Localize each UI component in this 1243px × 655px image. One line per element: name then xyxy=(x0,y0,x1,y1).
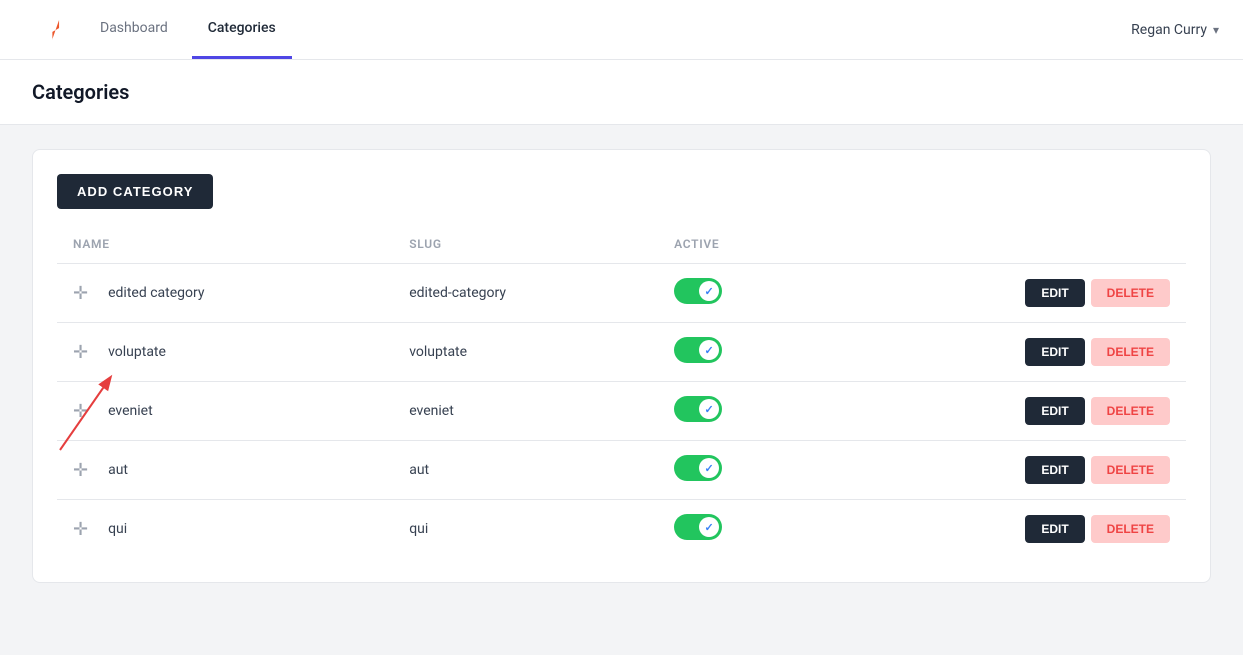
edit-button[interactable]: EDIT xyxy=(1025,279,1084,307)
active-toggle[interactable]: ✓ xyxy=(674,396,722,422)
name-cell: ✛ qui xyxy=(57,500,393,559)
toggle-knob: ✓ xyxy=(699,340,719,360)
edit-button[interactable]: EDIT xyxy=(1025,338,1084,366)
active-cell: ✓ xyxy=(658,441,823,500)
actions-cell: EDIT DELETE xyxy=(823,441,1186,500)
active-toggle[interactable]: ✓ xyxy=(674,514,722,540)
table-row: ✛ voluptate voluptate ✓ EDIT DELETE xyxy=(57,323,1186,382)
table-row: ✛ aut aut ✓ EDIT DELETE xyxy=(57,441,1186,500)
active-toggle[interactable]: ✓ xyxy=(674,278,722,304)
row-name: eveniet xyxy=(108,403,153,419)
toggle-knob: ✓ xyxy=(699,458,719,478)
name-cell: ✛ aut xyxy=(57,441,393,500)
edit-button[interactable]: EDIT xyxy=(1025,515,1084,543)
navbar: Dashboard Categories Regan Curry ▾ xyxy=(0,0,1243,60)
delete-button[interactable]: DELETE xyxy=(1091,456,1170,484)
col-active: ACTIVE xyxy=(658,225,823,264)
table-header-row: NAME SLUG ACTIVE xyxy=(57,225,1186,264)
card-body: ADD CATEGORY NAME SLUG ACTIVE ✛ edited c… xyxy=(33,150,1210,582)
delete-button[interactable]: DELETE xyxy=(1091,397,1170,425)
check-icon: ✓ xyxy=(704,403,713,416)
active-cell: ✓ xyxy=(658,382,823,441)
active-cell: ✓ xyxy=(658,264,823,323)
table-row: ✛ eveniet eveniet ✓ EDIT DELETE xyxy=(57,382,1186,441)
nav-categories[interactable]: Categories xyxy=(192,0,292,59)
delete-button[interactable]: DELETE xyxy=(1091,515,1170,543)
toggle-knob: ✓ xyxy=(699,399,719,419)
name-cell: ✛ voluptate xyxy=(57,323,393,382)
check-icon: ✓ xyxy=(704,521,713,534)
edit-button[interactable]: EDIT xyxy=(1025,456,1084,484)
chevron-down-icon: ▾ xyxy=(1213,23,1219,37)
name-cell: ✛ edited category xyxy=(57,264,393,323)
row-slug: edited-category xyxy=(409,285,506,301)
row-slug: qui xyxy=(409,521,428,537)
check-icon: ✓ xyxy=(704,462,713,475)
check-icon: ✓ xyxy=(704,285,713,298)
table-row: ✛ edited category edited-category ✓ EDIT… xyxy=(57,264,1186,323)
col-actions xyxy=(823,225,1186,264)
table-row: ✛ qui qui ✓ EDIT DELETE xyxy=(57,500,1186,559)
slug-cell: voluptate xyxy=(393,323,658,382)
row-name: qui xyxy=(108,521,127,537)
slug-cell: eveniet xyxy=(393,382,658,441)
categories-table: NAME SLUG ACTIVE ✛ edited category edite… xyxy=(57,225,1186,558)
table-header: NAME SLUG ACTIVE xyxy=(57,225,1186,264)
name-cell: ✛ eveniet xyxy=(57,382,393,441)
actions-cell: EDIT DELETE xyxy=(823,264,1186,323)
row-slug: voluptate xyxy=(409,344,467,360)
drag-handle-icon[interactable]: ✛ xyxy=(73,401,88,422)
delete-button[interactable]: DELETE xyxy=(1091,338,1170,366)
nav-dashboard[interactable]: Dashboard xyxy=(84,0,184,59)
categories-card: ADD CATEGORY NAME SLUG ACTIVE ✛ edited c… xyxy=(32,149,1211,583)
drag-handle-icon[interactable]: ✛ xyxy=(73,342,88,363)
active-cell: ✓ xyxy=(658,500,823,559)
toggle-knob: ✓ xyxy=(699,517,719,537)
page-header: Categories xyxy=(0,60,1243,125)
actions-cell: EDIT DELETE xyxy=(823,323,1186,382)
drag-handle-icon[interactable]: ✛ xyxy=(73,460,88,481)
table-body: ✛ edited category edited-category ✓ EDIT… xyxy=(57,264,1186,559)
drag-handle-icon[interactable]: ✛ xyxy=(73,283,88,304)
row-name: edited category xyxy=(108,285,204,301)
user-menu[interactable]: Regan Curry ▾ xyxy=(1131,22,1219,38)
col-slug: SLUG xyxy=(393,225,658,264)
page-title: Categories xyxy=(32,80,1211,104)
delete-button[interactable]: DELETE xyxy=(1091,279,1170,307)
add-category-button[interactable]: ADD CATEGORY xyxy=(57,174,213,209)
actions-cell: EDIT DELETE xyxy=(823,382,1186,441)
main-content: ADD CATEGORY NAME SLUG ACTIVE ✛ edited c… xyxy=(0,125,1243,607)
row-slug: aut xyxy=(409,462,429,478)
main-nav: Dashboard Categories xyxy=(84,0,292,59)
row-name: voluptate xyxy=(108,344,166,360)
active-cell: ✓ xyxy=(658,323,823,382)
slug-cell: qui xyxy=(393,500,658,559)
active-toggle[interactable]: ✓ xyxy=(674,337,722,363)
slug-cell: aut xyxy=(393,441,658,500)
edit-button[interactable]: EDIT xyxy=(1025,397,1084,425)
app-logo[interactable] xyxy=(24,12,84,48)
row-slug: eveniet xyxy=(409,403,454,419)
check-icon: ✓ xyxy=(704,344,713,357)
row-name: aut xyxy=(108,462,128,478)
user-name: Regan Curry xyxy=(1131,22,1207,38)
slug-cell: edited-category xyxy=(393,264,658,323)
toggle-knob: ✓ xyxy=(699,281,719,301)
col-name: NAME xyxy=(57,225,393,264)
actions-cell: EDIT DELETE xyxy=(823,500,1186,559)
drag-handle-icon[interactable]: ✛ xyxy=(73,519,88,540)
active-toggle[interactable]: ✓ xyxy=(674,455,722,481)
